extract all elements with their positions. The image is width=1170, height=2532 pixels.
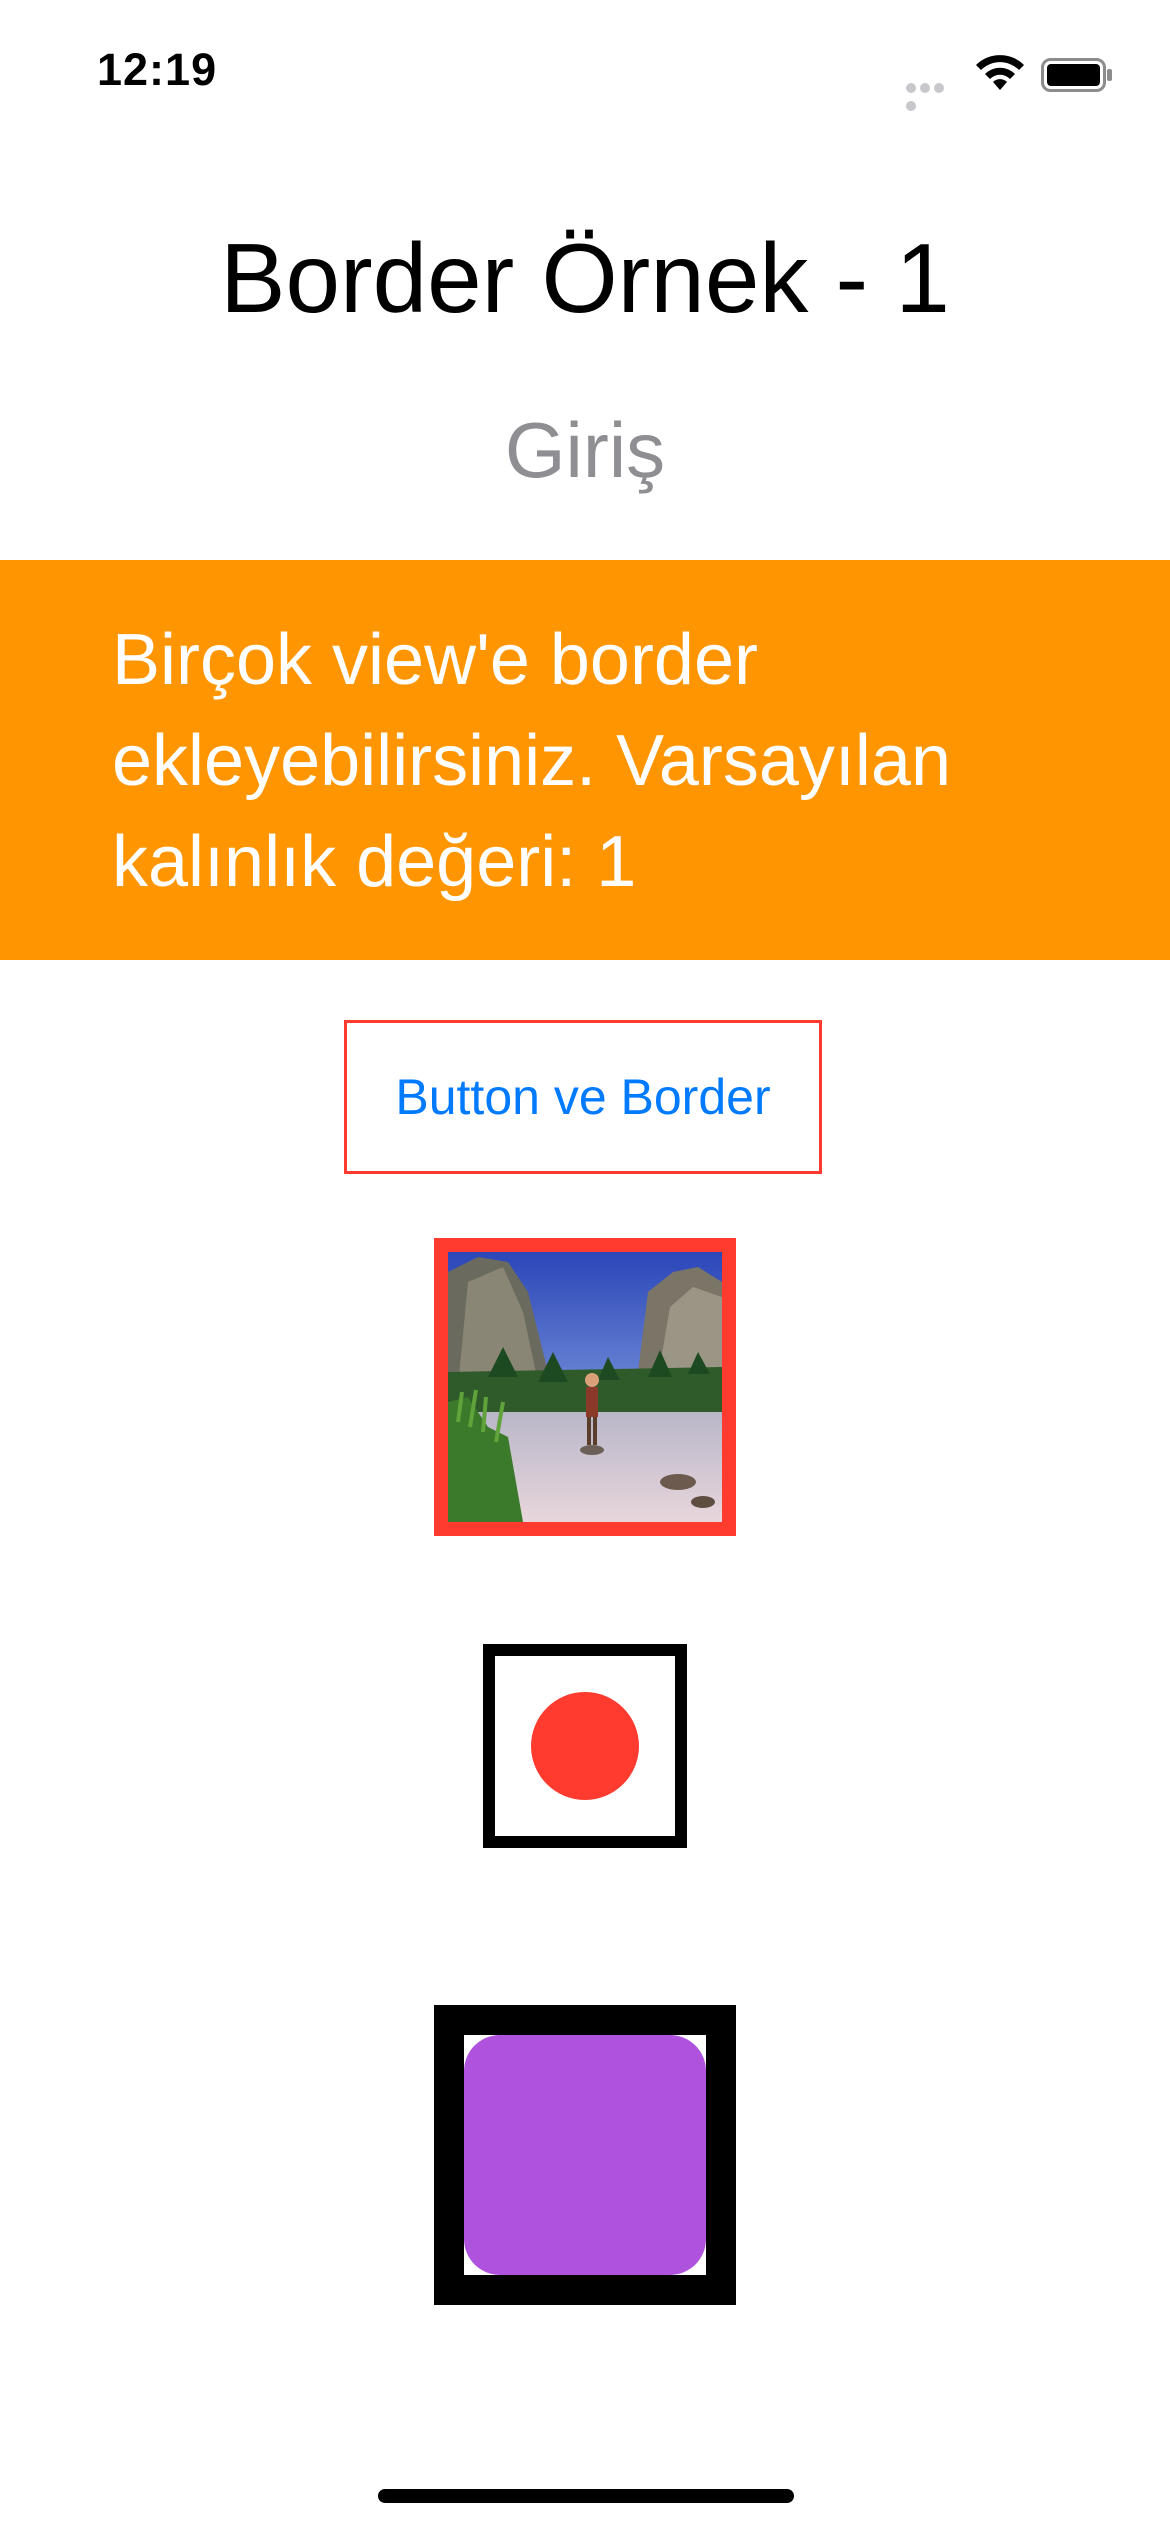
battery-icon [1041, 58, 1113, 92]
wifi-icon [973, 54, 1027, 94]
bordered-image-view [434, 1238, 736, 1536]
signal-dots-icon [906, 80, 960, 111]
landscape-photo-icon [448, 1252, 722, 1522]
status-time: 12:19 [97, 44, 218, 95]
page-subtitle: Giriş [504, 406, 666, 494]
purple-view-background [464, 2035, 706, 2275]
page-title: Border Örnek - 1 [220, 223, 950, 333]
status-bar: 12:19 [0, 0, 1170, 150]
red-circle [531, 1692, 639, 1800]
bordered-purple-view [434, 2005, 736, 2305]
home-indicator[interactable] [378, 2489, 794, 2503]
info-banner: Birçok view'e border ekleyebilirsiniz. V… [0, 560, 1170, 960]
bordered-dot-view [483, 1644, 687, 1848]
banner-text: Birçok view'e border ekleyebilirsiniz. V… [112, 620, 952, 902]
bordered-button[interactable]: Button ve Border [344, 1020, 822, 1174]
purple-rounded-square [464, 2035, 706, 2275]
